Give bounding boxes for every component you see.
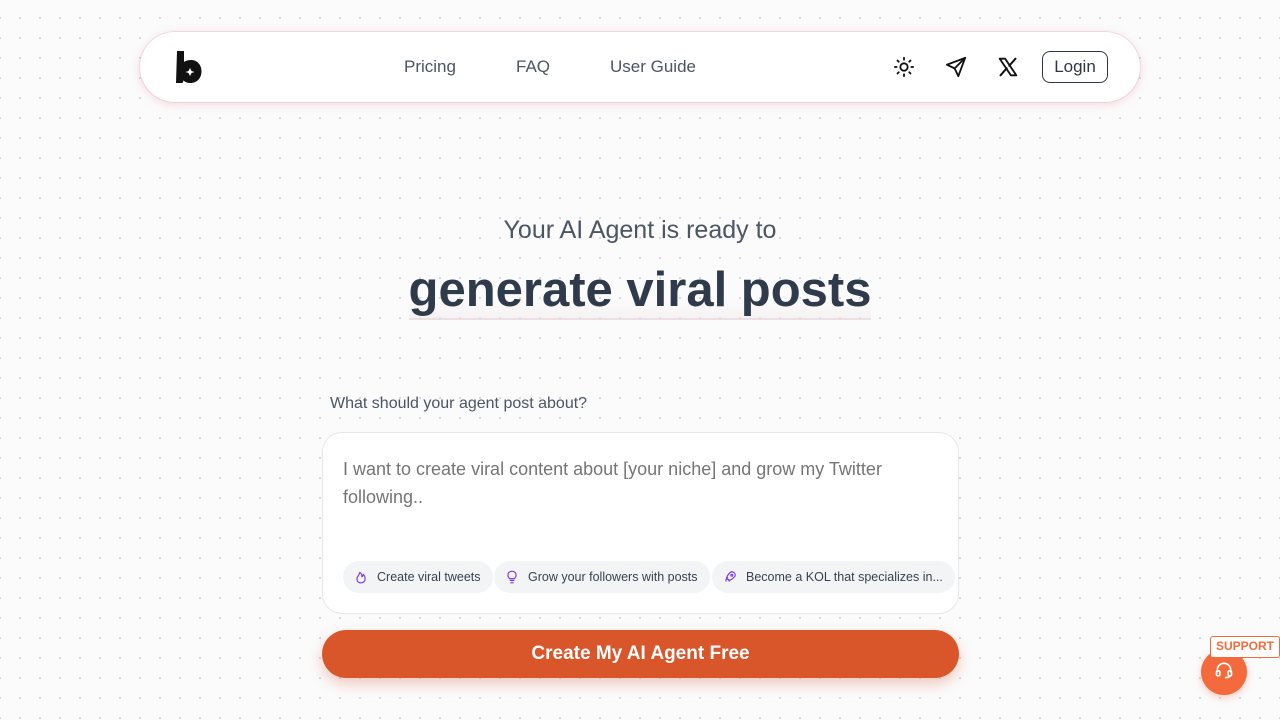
hero-subtitle: Your AI Agent is ready to [503,216,777,244]
hero-title: generate viral posts [408,258,872,320]
lightbulb-icon [504,569,520,585]
x-logo-icon[interactable] [996,55,1020,79]
suggestion-chip-viral-tweets[interactable]: Create viral tweets [343,561,493,593]
login-button[interactable]: Login [1042,51,1108,83]
sun-icon[interactable] [892,55,916,79]
prompt-box: Create viral tweets Grow your followers … [322,432,959,614]
send-icon[interactable] [944,55,968,79]
chip-label: Become a KOL that specializes in... [746,570,943,584]
nav-link-user-guide[interactable]: User Guide [610,57,696,77]
navbar: Pricing FAQ User Guide Login [140,32,1140,102]
suggestion-chip-grow-followers[interactable]: Grow your followers with posts [494,561,710,593]
prompt-input[interactable] [343,455,933,565]
headset-icon [1214,660,1234,685]
rocket-icon [722,569,738,585]
hero-title-wrapper: generate viral posts [0,258,1280,320]
create-agent-button[interactable]: Create My AI Agent Free [322,630,959,678]
nav-link-pricing[interactable]: Pricing [404,57,456,77]
prompt-label: What should your agent post about? [330,395,588,412]
chip-label: Create viral tweets [377,570,481,584]
support-label[interactable]: SUPPORT [1210,636,1280,658]
brand-logo[interactable] [174,50,204,84]
flame-icon [353,569,369,585]
suggestion-chip-become-kol[interactable]: Become a KOL that specializes in... [712,561,955,593]
nav-link-faq[interactable]: FAQ [516,57,550,77]
chip-label: Grow your followers with posts [528,570,698,584]
